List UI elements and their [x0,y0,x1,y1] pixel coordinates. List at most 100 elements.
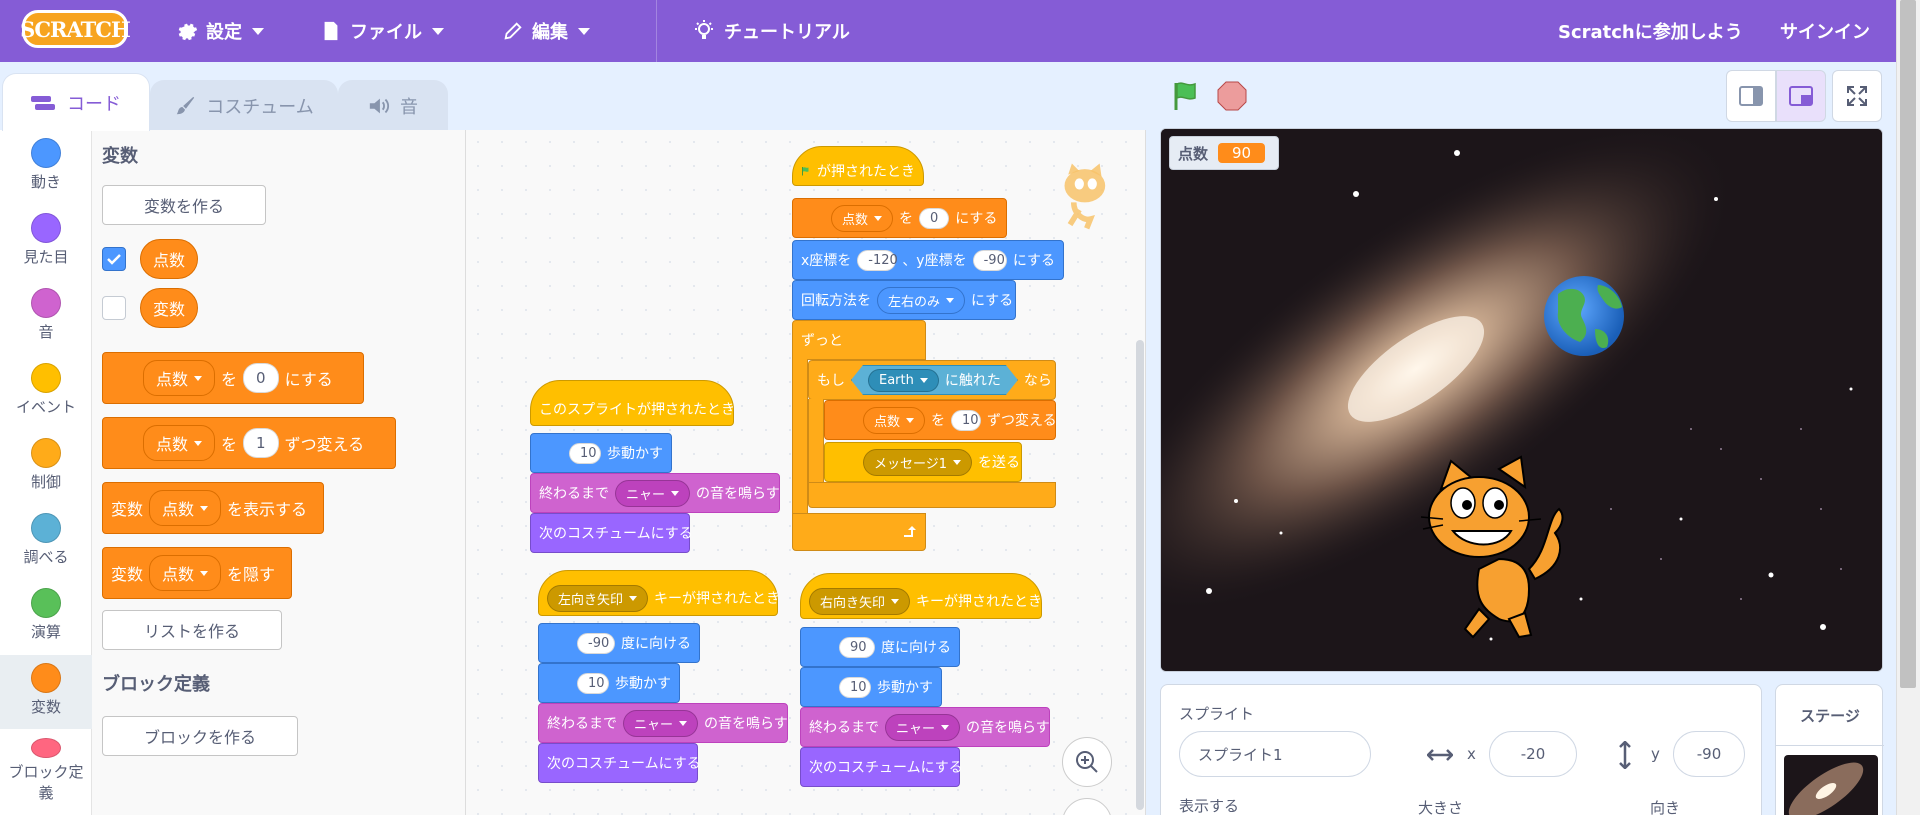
next-costume-block[interactable]: 次のコスチュームにする [800,747,963,787]
sound-dropdown[interactable]: ニャー [623,709,699,737]
sound-dropdown[interactable]: ニャー [615,479,691,507]
category-7[interactable]: 演算 [0,580,92,654]
y-input[interactable]: -90 [972,249,1007,271]
set-variable-block[interactable]: 点数 を 0 にする [102,352,364,404]
steps-input[interactable]: 10 [569,442,601,464]
play-sound-until-done-block[interactable]: 終わるまで ニャー の音を鳴らす [530,473,780,513]
touch-target-dropdown[interactable]: Earth [868,369,939,392]
var2-checkbox[interactable] [102,296,126,320]
when-left-key-block[interactable]: 左向き矢印 キーが押されたとき [538,570,780,616]
var1-checkbox[interactable] [102,247,126,271]
category-3[interactable]: 音 [0,280,92,354]
category-1[interactable]: 動き [0,130,92,204]
point-direction-block[interactable]: 90 度に向ける [800,627,960,667]
value-input[interactable]: 10 [951,409,982,431]
tab-sounds[interactable]: 音 [338,80,448,130]
category-4[interactable]: イベント [0,355,92,429]
category-5[interactable]: 制御 [0,430,92,504]
sound-dropdown[interactable]: ニャー [885,713,961,741]
make-variable-button[interactable]: 変数を作る [102,185,266,225]
tab-costumes[interactable]: コスチューム [150,80,338,130]
broadcast-block[interactable]: メッセージ1 を送る [824,442,1022,482]
stage[interactable]: 点数 90 [1160,128,1883,672]
if-then-block[interactable]: もし Earth に触れた なら [808,360,1056,400]
rotation-dropdown[interactable]: 左右のみ [877,286,966,314]
settings-menu[interactable]: 設定 [176,0,264,62]
move-steps-block[interactable]: 10 歩動かす [530,433,672,473]
when-right-key-block[interactable]: 右向き矢印 キーが押されたとき [800,573,1042,619]
change-score-block[interactable]: 点数 を 10 ずつ変える [824,400,1057,440]
var-dropdown[interactable]: 点数 [863,406,926,434]
zoom-in-button[interactable] [1062,737,1112,787]
tab-code[interactable]: コード [2,73,150,131]
play-sound-until-done-block[interactable]: 終わるまで ニャー の音を鳴らす [538,703,788,743]
key-dropdown[interactable]: 左向き矢印 [547,584,649,612]
green-flag-icon [802,167,809,176]
var-dropdown[interactable]: 点数 [149,555,222,591]
tutorial-menu[interactable]: チュートリアル [692,0,850,62]
move-steps-block[interactable]: 10 歩動かす [800,667,942,707]
move-steps-block[interactable]: 10 歩動かす [538,663,680,703]
join-link[interactable]: Scratchに参加しよう [1558,0,1743,62]
key-dropdown[interactable]: 右向き矢印 [809,587,911,615]
file-menu[interactable]: ファイル [320,0,444,62]
value-input[interactable]: 1 [243,428,279,458]
hide-variable-block[interactable]: 変数 点数 を隠す [102,547,292,599]
value-input[interactable]: 0 [243,363,279,393]
category-8[interactable]: 変数 [0,655,92,729]
code-area[interactable]: が押されたとき 点数 を 0 にする x座標を -120 、y座標を -90 に… [466,130,1146,815]
var2-reporter[interactable]: 変数 [140,288,198,328]
touching-block[interactable]: Earth に触れた [851,365,1018,395]
stop-button[interactable] [1216,80,1248,112]
scratch-logo[interactable]: SCRATCH [20,10,131,48]
large-stage-button[interactable] [1776,70,1826,122]
y-input[interactable]: -90 [1673,731,1745,777]
brush-icon [177,96,195,114]
signin-link[interactable]: サインイン [1780,0,1870,62]
stage-divider [1776,745,1884,746]
category-9[interactable]: ブロック定義 [0,730,92,804]
var-dropdown[interactable]: 点数 [143,360,216,396]
steps-input[interactable]: 10 [577,672,609,694]
play-sound-until-done-block[interactable]: 終わるまで ニャー の音を鳴らす [800,707,1050,747]
fullscreen-button[interactable] [1832,70,1882,122]
make-block-button[interactable]: ブロックを作る [102,716,298,756]
goto-xy-block[interactable]: x座標を -120 、y座標を -90 にする [792,240,1064,280]
var-dropdown[interactable]: 点数 [831,204,894,232]
rotation-style-block[interactable]: 回転方法を 左右のみ にする [792,280,1016,320]
direction-input[interactable]: -90 [577,632,615,654]
x-input[interactable]: -120 [857,249,898,271]
when-sprite-clicked-block[interactable]: このスプライトが押されたとき [530,380,735,426]
x-input[interactable]: -20 [1489,731,1577,777]
message-dropdown[interactable]: メッセージ1 [863,448,973,476]
edit-menu[interactable]: 編集 [502,0,590,62]
sprite-name-field[interactable]: スプライト1 [1179,731,1371,777]
next-costume-block[interactable]: 次のコスチュームにする [538,743,701,783]
set-score-block[interactable]: 点数 を 0 にする [792,198,1007,238]
show-variable-block[interactable]: 変数 点数 を表示する [102,482,324,534]
steps-input[interactable]: 10 [839,676,871,698]
change-variable-block[interactable]: 点数 を 1 ずつ変える [102,417,396,469]
chevron-down-icon [578,27,590,35]
next-costume-block[interactable]: 次のコスチュームにする [530,513,693,553]
checkmark-icon [107,254,121,265]
code-scrollbar[interactable] [1136,340,1144,810]
when-flag-clicked-block[interactable]: が押されたとき [792,146,924,186]
green-flag-button[interactable] [1170,80,1202,112]
category-2[interactable]: 見た目 [0,205,92,279]
category-6[interactable]: 調べる [0,505,92,579]
small-stage-button[interactable] [1726,70,1776,122]
make-list-button[interactable]: リストを作る [102,610,282,650]
direction-input[interactable]: 90 [839,636,875,658]
var-dropdown[interactable]: 点数 [149,490,222,526]
var1-reporter[interactable]: 点数 [140,239,198,279]
zoom-out-button[interactable] [1062,798,1112,815]
value-input[interactable]: 0 [919,207,950,229]
var-dropdown[interactable]: 点数 [143,425,216,461]
forever-block[interactable]: ずっと [792,320,926,360]
stage-selector-pane[interactable]: ステージ [1775,684,1884,815]
page-scrollbar-thumb[interactable] [1900,0,1916,688]
score-monitor[interactable]: 点数 90 [1169,136,1279,170]
point-direction-block[interactable]: -90 度に向ける [538,623,700,663]
stage-thumbnail[interactable] [1784,755,1878,815]
